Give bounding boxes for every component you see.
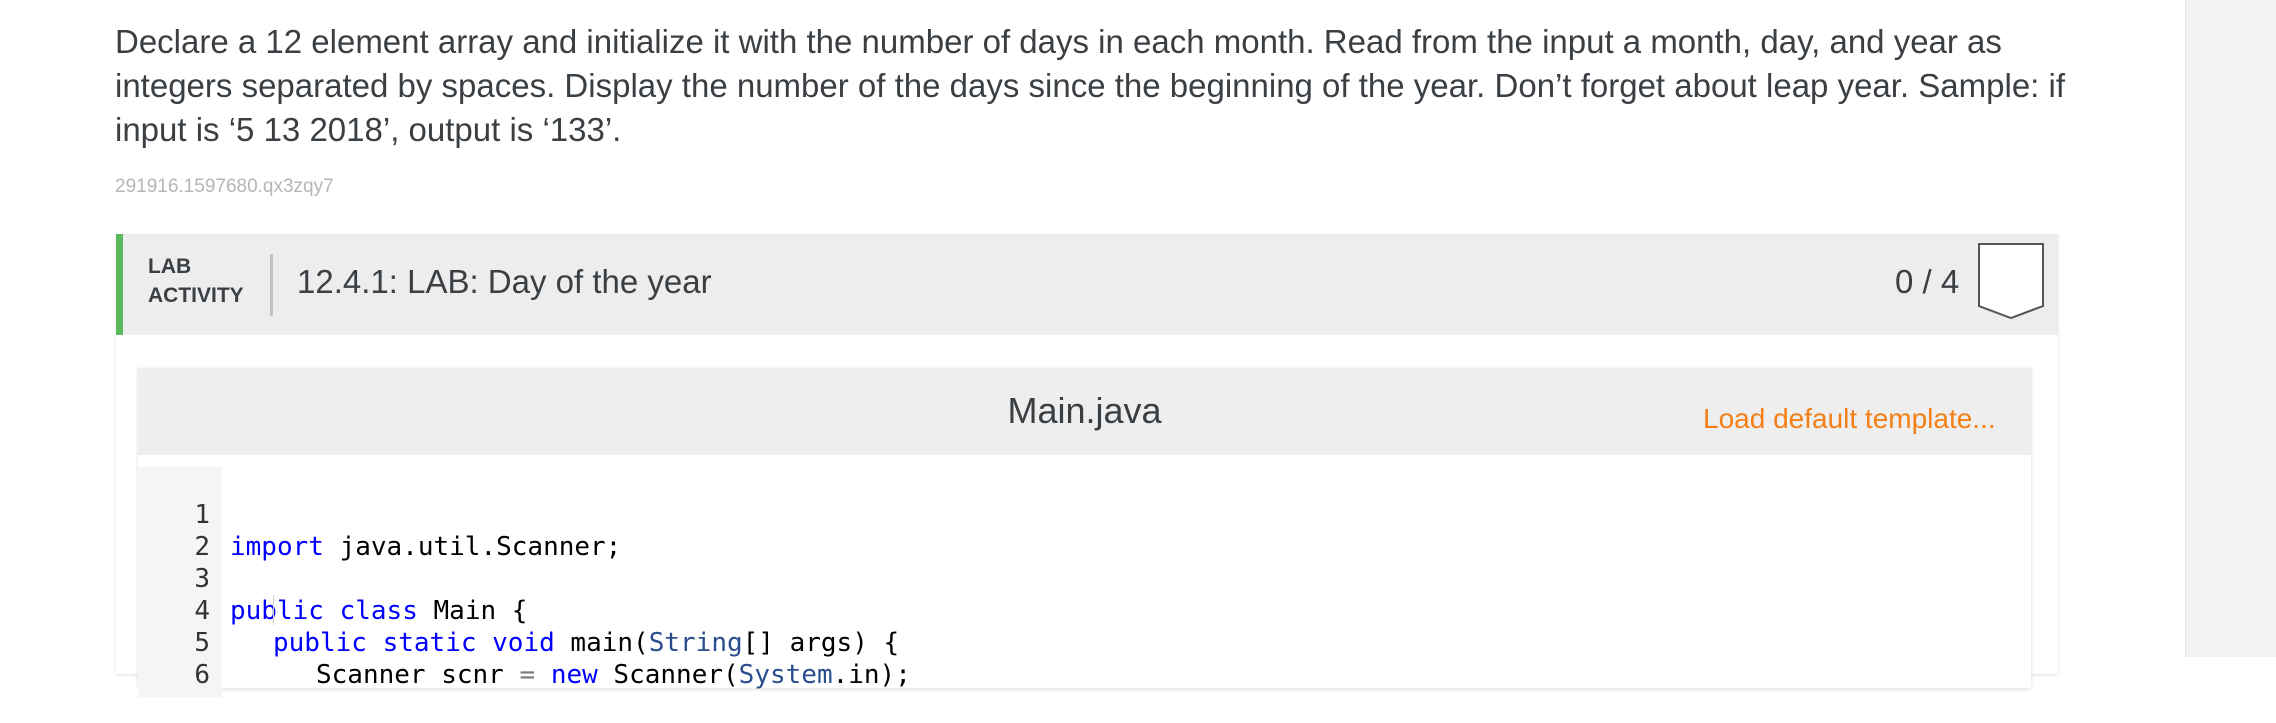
line-code: public class Main { — [230, 595, 527, 627]
code-text: .in); — [832, 660, 911, 690]
lab-activity-tag: LAB ACTIVITY — [148, 252, 244, 310]
lab-tag-line1: LAB — [148, 255, 192, 278]
code-line: 1 import java.util.Scanner; — [138, 467, 621, 562]
lab-header: LAB ACTIVITY 12.4.1: LAB: Day of the yea… — [116, 234, 2058, 335]
lab-title: 12.4.1: LAB: Day of the year — [297, 263, 712, 300]
line-code: public static void main(String[] args) { — [273, 627, 899, 659]
code-text: Scanner scnr — [316, 660, 520, 690]
code-text: [] args) { — [742, 628, 900, 658]
code-line: 2 — [138, 499, 263, 562]
keyword: public — [273, 628, 367, 658]
code-editor: Main.java Load default template... 1 imp… — [138, 368, 2031, 697]
line-number: 6 — [194, 660, 210, 690]
type-name: System — [738, 660, 833, 690]
line-code: Scanner scnr = new Scanner(System.in); — [316, 659, 911, 691]
code-line: 6 — [138, 627, 263, 690]
lab-tag-line2: ACTIVITY — [148, 284, 244, 307]
editor-header: Main.java Load default template... — [138, 368, 2031, 455]
code-area[interactable]: 1 import java.util.Scanner; 2 3 public c… — [138, 467, 2031, 697]
lab-score: 0 / 4 — [1895, 263, 1960, 300]
keyword: new — [550, 660, 598, 690]
code-text: java.util.Scanner; — [323, 532, 622, 562]
reference-id: 291916.1597680.qx3zqy7 — [115, 176, 334, 197]
code-line: 4 public static void main(String[] args)… — [138, 563, 899, 658]
code-text: Main { — [417, 596, 528, 626]
type-name: String — [648, 628, 743, 658]
code-line: 5 Scanner scnr = new Scanner(System.in); — [138, 595, 911, 690]
prompt-text: Declare a 12 element array and initializ… — [115, 23, 2066, 148]
score-badge-icon — [1978, 243, 2044, 320]
keyword: static — [382, 628, 477, 658]
code-line: 3 public class Main { — [138, 531, 527, 626]
code-text: main( — [554, 628, 649, 658]
page-right-gutter — [2185, 0, 2276, 657]
line-code: import java.util.Scanner; — [230, 531, 621, 563]
indent-guide — [273, 595, 274, 625]
lab-activity-card: LAB ACTIVITY 12.4.1: LAB: Day of the yea… — [116, 234, 2058, 697]
code-text: Scanner( — [597, 660, 739, 690]
header-divider — [270, 254, 273, 316]
keyword: void — [492, 628, 555, 658]
keyword: class — [339, 596, 418, 626]
operator: = — [519, 660, 536, 690]
load-default-template-link[interactable]: Load default template... — [1703, 403, 1996, 435]
